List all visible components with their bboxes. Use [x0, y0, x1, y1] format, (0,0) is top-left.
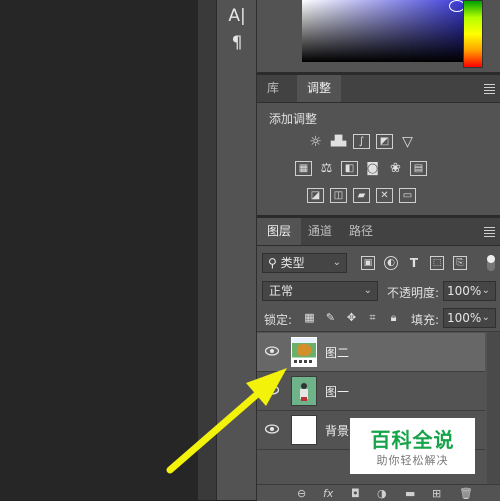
tab-paths[interactable]: 路径: [339, 218, 383, 245]
lock-label: 锁定:: [264, 313, 293, 327]
pixel-filter-icon[interactable]: ▣: [361, 256, 375, 270]
adjustment-layer-icon[interactable]: ◑: [377, 487, 387, 500]
adjustments-tabbar: 库 调整: [257, 75, 500, 103]
fill-label: 填充:: [411, 313, 440, 327]
collapsed-tool-strip: A| ¶: [216, 0, 256, 500]
invert-icon[interactable]: ◪: [307, 188, 324, 203]
layers-divider: [257, 331, 500, 332]
character-panel-icon[interactable]: A|: [225, 5, 249, 27]
color-picker[interactable]: [257, 0, 500, 75]
layer-style-icon[interactable]: fx: [323, 487, 333, 500]
adjustments-title: 添加调整: [269, 112, 318, 126]
opacity-value: 100%: [447, 284, 482, 298]
smart-object-filter-icon[interactable]: ⎘: [453, 256, 467, 270]
hue-saturation-icon[interactable]: ▦: [295, 161, 312, 176]
brightness-contrast-icon[interactable]: ☼: [307, 134, 324, 150]
vibrance-icon[interactable]: ▽: [399, 134, 416, 150]
selective-color-icon[interactable]: ✕: [376, 188, 393, 203]
layer-thumbnail[interactable]: [291, 337, 317, 367]
panel-gutter: [198, 0, 216, 500]
filter-toggle[interactable]: [487, 255, 495, 271]
layer-filter-icons: ▣ ◐ T ⬚ ⎘: [361, 256, 467, 270]
adjustment-icons-row-3: ◪ ◫ ▰ ✕ ▭: [307, 188, 416, 203]
shape-filter-icon[interactable]: ⬚: [430, 256, 444, 270]
search-icon: ⚲: [268, 256, 277, 270]
tab-channels[interactable]: 通道: [298, 218, 342, 245]
tab-library[interactable]: 库: [257, 75, 289, 102]
adjustment-icons-row-1: ☼ ▟▙ ∫ ◩ ▽: [307, 134, 416, 150]
layers-tabbar: 图层 通道 路径: [257, 218, 500, 246]
opacity-input[interactable]: 100% ⌄: [443, 281, 496, 301]
threshold-icon[interactable]: ▰: [353, 188, 370, 203]
fill-value: 100%: [447, 311, 482, 325]
hue-slider[interactable]: [463, 0, 483, 68]
lock-all-icon[interactable]: 🔒︎: [387, 311, 400, 324]
color-lookup-icon[interactable]: ▤: [410, 161, 427, 176]
lock-position-icon[interactable]: ✥: [345, 311, 358, 324]
layer-row[interactable]: 图一: [257, 372, 485, 411]
posterize-icon[interactable]: ◫: [330, 188, 347, 203]
add-mask-icon[interactable]: ◘: [351, 487, 360, 500]
layer-filter-kind-select[interactable]: ⚲ 类型 ⌄: [262, 253, 347, 273]
layer-row[interactable]: 图二: [257, 333, 485, 372]
black-white-icon[interactable]: ◧: [341, 161, 358, 176]
color-balance-icon[interactable]: ⚖: [318, 161, 335, 176]
fill-input[interactable]: 100% ⌄: [443, 308, 496, 328]
layers-scrollbar[interactable]: [487, 332, 500, 484]
layer-name[interactable]: 图二: [325, 344, 349, 361]
tab-adjustments[interactable]: 调整: [297, 75, 342, 102]
photo-filter-icon[interactable]: ◙: [364, 161, 381, 176]
delete-layer-icon[interactable]: 🗑︎: [459, 487, 473, 500]
chevron-down-icon[interactable]: ⌄: [482, 282, 490, 300]
watermark-subtitle: 助你轻松解决: [376, 454, 449, 467]
lock-artboard-icon[interactable]: ⌗: [366, 311, 379, 324]
curves-icon[interactable]: ∫: [353, 134, 370, 149]
new-group-icon[interactable]: ▬: [405, 487, 415, 500]
filter-kind-value: 类型: [280, 256, 305, 270]
adjustment-filter-icon[interactable]: ◐: [384, 256, 398, 270]
lock-transparent-icon[interactable]: ▦: [303, 311, 316, 324]
chevron-down-icon[interactable]: ⌄: [482, 309, 490, 327]
tab-layers[interactable]: 图层: [257, 218, 302, 245]
layer-name[interactable]: 图一: [325, 383, 349, 400]
layers-footer: ⊖ fx ◘ ◑ ▬ ⊞ 🗑︎: [257, 484, 500, 501]
chevron-down-icon: ⌄: [363, 285, 372, 296]
watermark-logo: 百科全说 助你轻松解决: [350, 418, 475, 474]
eye-icon[interactable]: [265, 346, 279, 356]
layer-name[interactable]: 背景: [325, 422, 349, 439]
opacity-label: 不透明度:: [387, 286, 440, 300]
new-layer-icon[interactable]: ⊞: [432, 487, 441, 500]
lock-icons: ▦ ✎ ✥ ⌗ 🔒︎: [303, 311, 400, 325]
eye-icon[interactable]: [265, 424, 279, 434]
link-layers-icon[interactable]: ⊖: [297, 487, 306, 500]
blend-mode-value: 正常: [269, 284, 294, 298]
eye-icon[interactable]: [265, 385, 279, 395]
document-canvas[interactable]: [0, 0, 198, 500]
type-filter-icon[interactable]: T: [407, 256, 421, 270]
levels-icon[interactable]: ▟▙: [330, 134, 347, 149]
panel-menu-icon[interactable]: [484, 227, 495, 239]
adjustment-icons-row-2: ▦ ⚖ ◧ ◙ ❀ ▤: [295, 161, 427, 176]
paragraph-panel-icon[interactable]: ¶: [225, 32, 249, 54]
lock-image-icon[interactable]: ✎: [324, 311, 337, 324]
panel-menu-icon[interactable]: [484, 84, 495, 96]
blend-mode-select[interactable]: 正常 ⌄: [262, 281, 378, 301]
channel-mixer-icon[interactable]: ❀: [387, 161, 404, 176]
exposure-icon[interactable]: ◩: [376, 134, 393, 149]
watermark-title: 百科全说: [370, 428, 455, 452]
layer-thumbnail[interactable]: [291, 415, 317, 445]
chevron-down-icon: ⌄: [332, 257, 341, 268]
gradient-map-icon[interactable]: ▭: [399, 188, 416, 203]
layer-thumbnail[interactable]: [291, 376, 317, 406]
